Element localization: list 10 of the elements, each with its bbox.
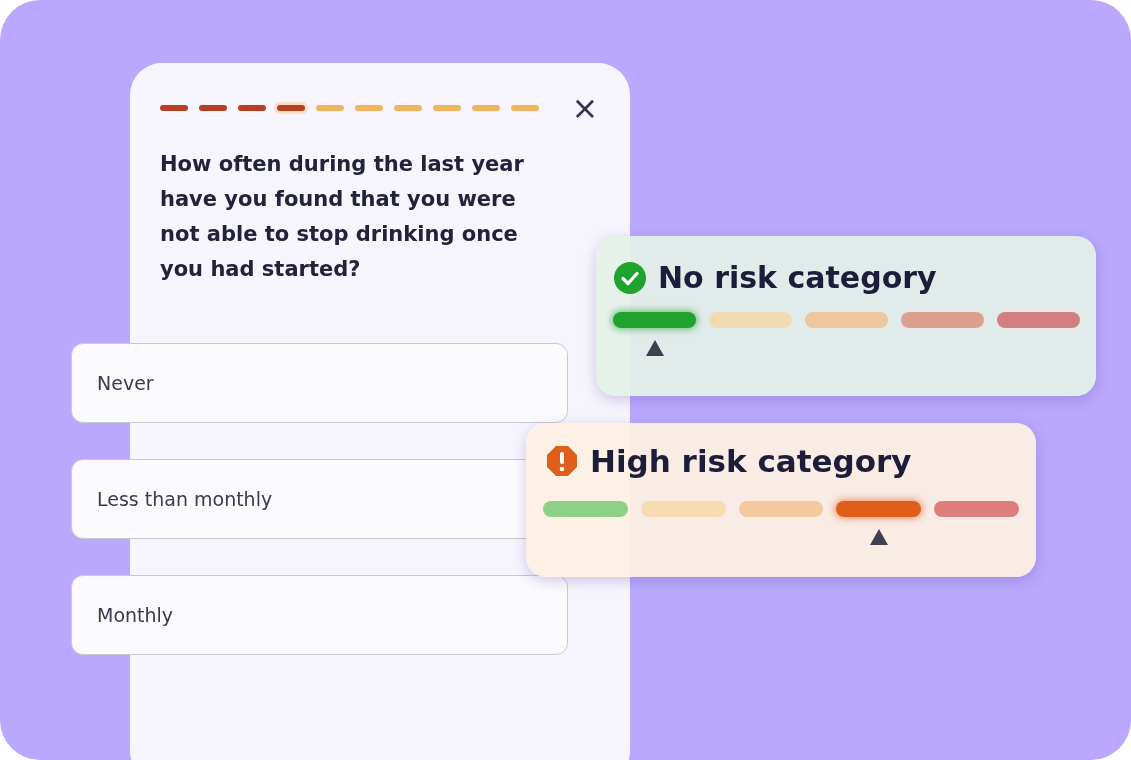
question-text: How often during the last year have you found that you were not able to stop drinking once you had started? bbox=[160, 151, 525, 283]
answer-option[interactable]: Never bbox=[71, 343, 568, 423]
check-circle-icon bbox=[614, 262, 646, 294]
pointer-triangle-icon bbox=[645, 340, 664, 356]
risk-title: No risk category bbox=[658, 259, 937, 297]
answer-option[interactable]: Monthly bbox=[71, 575, 568, 655]
warning-octagon-icon bbox=[546, 445, 578, 477]
risk-title: High risk category bbox=[590, 442, 912, 481]
close-button[interactable]: × bbox=[570, 91, 600, 125]
pointer-triangle-icon bbox=[869, 529, 888, 545]
